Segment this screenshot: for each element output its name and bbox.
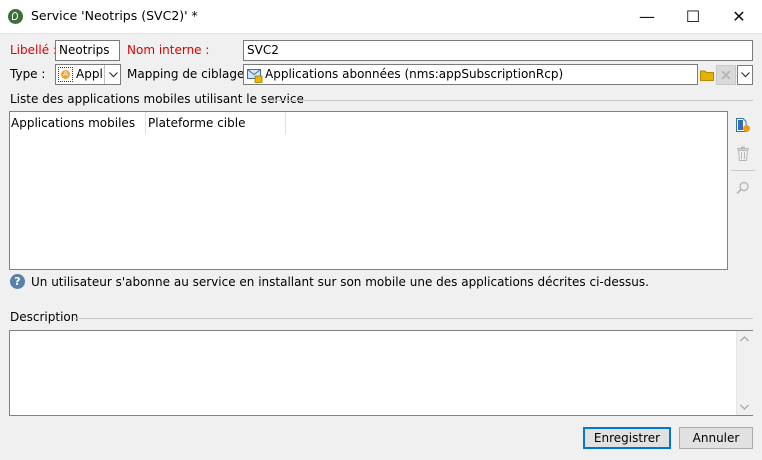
nom-interne-input[interactable]: SVC2	[243, 40, 753, 61]
chevron-down-icon	[108, 71, 118, 77]
info-text: Un utilisateur s'abonne au service en in…	[31, 275, 649, 289]
app-type-icon: A	[58, 67, 73, 82]
cancel-button[interactable]: Annuler	[679, 427, 753, 449]
description-divider	[74, 318, 753, 319]
delete-button[interactable]	[735, 145, 751, 161]
apps-section-divider	[266, 100, 753, 101]
toolbar-separator	[731, 170, 755, 171]
folder-icon	[700, 70, 714, 81]
mapping-label: Mapping de ciblage :	[127, 67, 253, 81]
trash-icon	[737, 146, 749, 161]
libelle-label: Libellé :	[10, 43, 57, 57]
column-header-plateforme[interactable]: Plateforme cible	[148, 112, 245, 134]
window-title: Service 'Neotrips (SVC2)' *	[31, 8, 198, 23]
chevron-down-icon	[740, 72, 750, 78]
close-icon: ✕	[732, 7, 746, 26]
save-button[interactable]: Enregistrer	[583, 427, 671, 449]
app-logo-icon	[8, 9, 23, 24]
clear-mapping-button[interactable]	[716, 65, 736, 85]
type-value: Appl	[76, 67, 103, 81]
folder-button[interactable]	[699, 67, 715, 83]
description-textarea[interactable]	[9, 330, 753, 416]
column-header-applications[interactable]: Applications mobiles	[11, 112, 135, 134]
description-label: Description	[10, 310, 79, 324]
type-select[interactable]: A Appl	[55, 64, 121, 85]
minimize-button[interactable]: —	[624, 0, 670, 33]
libelle-input[interactable]: Neotrips	[55, 40, 120, 61]
add-document-icon	[736, 118, 750, 132]
mapping-schema-icon	[247, 69, 263, 83]
mapping-value: Applications abonnées (nms:appSubscripti…	[265, 67, 564, 81]
type-dropdown-button[interactable]	[104, 65, 120, 84]
column-divider[interactable]	[285, 112, 286, 134]
mapping-field[interactable]: Applications abonnées (nms:appSubscripti…	[243, 64, 698, 85]
apps-section-title: Liste des applications mobiles utilisant…	[10, 92, 304, 106]
column-divider[interactable]	[145, 112, 146, 134]
clear-icon	[721, 70, 731, 80]
title-bar: Service 'Neotrips (SVC2)' * — ☐ ✕	[0, 0, 762, 34]
save-button-label: Enregistrer	[593, 431, 661, 445]
scroll-down-icon[interactable]	[740, 404, 749, 410]
apps-table[interactable]: Applications mobiles Plateforme cible	[9, 111, 728, 270]
minimize-icon: —	[639, 7, 655, 26]
magnifier-icon	[736, 181, 749, 195]
mapping-dropdown-button[interactable]	[737, 65, 753, 85]
detail-button[interactable]	[735, 180, 751, 196]
info-icon: ?	[10, 274, 25, 289]
nom-interne-label: Nom interne :	[127, 43, 210, 57]
scroll-up-icon[interactable]	[740, 336, 749, 342]
cancel-button-label: Annuler	[692, 431, 740, 445]
maximize-button[interactable]: ☐	[670, 0, 716, 33]
maximize-icon: ☐	[685, 7, 701, 26]
add-app-button[interactable]	[735, 117, 751, 133]
type-label: Type :	[10, 67, 46, 81]
close-button[interactable]: ✕	[716, 0, 762, 33]
description-scrollbar[interactable]	[736, 331, 753, 415]
